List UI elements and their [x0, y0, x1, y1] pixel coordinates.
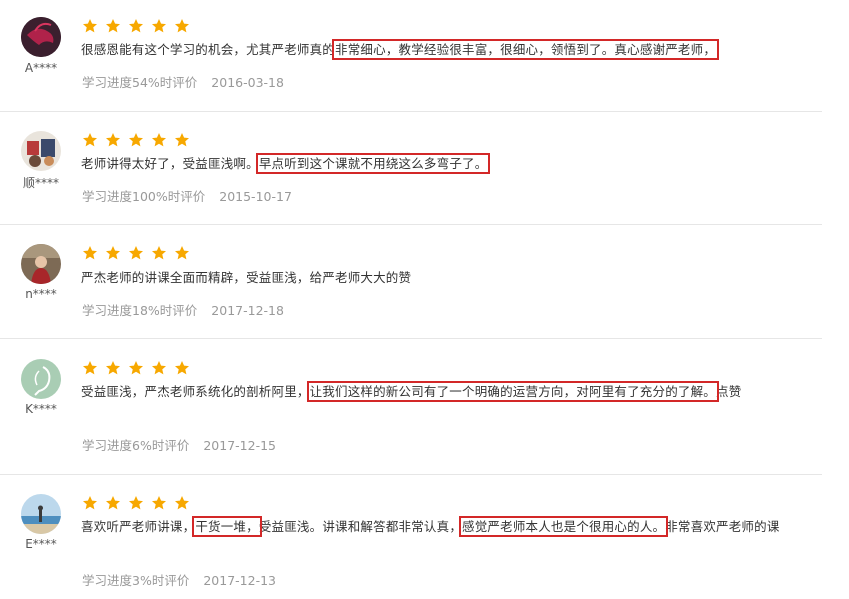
review-meta: 学习进度100%时评价 2015-10-17 — [82, 186, 292, 205]
star-icon — [105, 245, 121, 261]
review-text: 受益匪浅，严杰老师系统化的剖析阿里，让我们这样的新公司有了一个明确的运营方向，对… — [81, 380, 801, 403]
avatar[interactable] — [21, 494, 61, 534]
progress-label: 学习进度6%时评价 — [82, 438, 190, 453]
review-item: A**** 很感恩能有这个学习的机会，尤其严老师真的非常细心，教学经验很丰富，很… — [0, 0, 822, 112]
review-date: 2016-03-18 — [211, 75, 284, 90]
username: n**** — [25, 287, 57, 301]
review-date: 2017-12-18 — [211, 303, 284, 318]
text-segment: 非常喜欢严老师的课 — [665, 519, 780, 534]
star-icon — [174, 495, 190, 511]
star-icon — [82, 245, 98, 261]
star-icon — [151, 132, 167, 148]
username: A**** — [24, 61, 58, 75]
star-icon — [174, 245, 190, 261]
star-icon — [105, 495, 121, 511]
avatar[interactable] — [21, 131, 61, 171]
review-date: 2017-12-15 — [203, 438, 276, 453]
highlighted-text: 早点听到这个课就不用绕这么多弯子了。 — [255, 153, 491, 174]
highlighted-text: 让我们这样的新公司有了一个明确的运营方向，对阿里有了充分的了解。 — [306, 381, 720, 402]
review-text: 很感恩能有这个学习的机会，尤其严老师真的非常细心，教学经验很丰富，很细心，领悟到… — [81, 38, 801, 61]
review-meta: 学习进度54%时评价 2016-03-18 — [82, 72, 284, 91]
review-meta: 学习进度3%时评价 2017-12-13 — [82, 570, 276, 589]
text-segment: 受益匪浅。讲课和解答都非常认真， — [258, 519, 463, 534]
star-icon — [174, 360, 190, 376]
username: 顺**** — [22, 176, 59, 190]
star-icon — [151, 360, 167, 376]
text-segment: 严杰老师的讲课全面而精辟，受益匪浅，给严老师大大的赞 — [81, 270, 412, 285]
text-segment: 点赞 — [716, 384, 742, 399]
highlighted-text: 非常细心，教学经验很丰富，很细心，领悟到了。真心感谢严老师， — [332, 39, 720, 60]
star-icon — [105, 132, 121, 148]
review-date: 2015-10-17 — [219, 189, 292, 204]
review-text: 老师讲得太好了，受益匪浅啊。早点听到这个课就不用绕这么多弯子了。 — [81, 152, 801, 175]
star-rating — [82, 18, 197, 38]
star-icon — [128, 132, 144, 148]
avatar[interactable] — [21, 359, 61, 399]
review-item: 顺**** 老师讲得太好了，受益匪浅啊。早点听到这个课就不用绕这么多弯子了。 学… — [0, 111, 822, 225]
text-segment: 很感恩能有这个学习的机会，尤其严老师真的 — [81, 42, 336, 57]
review-item: K**** 受益匪浅，严杰老师系统化的剖析阿里，让我们这样的新公司有了一个明确的… — [0, 338, 822, 475]
star-icon — [82, 360, 98, 376]
star-icon — [82, 132, 98, 148]
star-icon — [82, 18, 98, 34]
progress-label: 学习进度3%时评价 — [82, 573, 190, 588]
text-segment: 老师讲得太好了，受益匪浅啊。 — [81, 156, 259, 171]
star-icon — [151, 18, 167, 34]
text-segment: 受益匪浅，严杰老师系统化的剖析阿里， — [81, 384, 310, 399]
progress-label: 学习进度54%时评价 — [82, 75, 198, 90]
star-icon — [174, 132, 190, 148]
review-date: 2017-12-13 — [203, 573, 276, 588]
review-item: n**** 严杰老师的讲课全面而精辟，受益匪浅，给严老师大大的赞 学习进度18%… — [0, 224, 822, 339]
progress-label: 学习进度18%时评价 — [82, 303, 198, 318]
star-icon — [128, 18, 144, 34]
review-text: 喜欢听严老师讲课，干货一堆，受益匪浅。讲课和解答都非常认真，感觉严老师本人也是个… — [81, 515, 801, 538]
star-icon — [128, 495, 144, 511]
username: E**** — [25, 537, 57, 551]
star-icon — [105, 360, 121, 376]
star-icon — [82, 495, 98, 511]
username: K**** — [25, 402, 57, 416]
review-item: E**** 喜欢听严老师讲课，干货一堆，受益匪浅。讲课和解答都非常认真，感觉严老… — [0, 474, 822, 599]
star-icon — [174, 18, 190, 34]
review-text: 严杰老师的讲课全面而精辟，受益匪浅，给严老师大大的赞 — [81, 266, 801, 289]
star-icon — [128, 245, 144, 261]
avatar[interactable] — [21, 244, 61, 284]
star-icon — [151, 495, 167, 511]
text-segment: 喜欢听严老师讲课， — [81, 519, 196, 534]
star-icon — [105, 18, 121, 34]
star-rating — [82, 495, 197, 515]
star-icon — [151, 245, 167, 261]
progress-label: 学习进度100%时评价 — [82, 189, 206, 204]
highlighted-text: 干货一堆， — [192, 516, 262, 537]
highlighted-text: 感觉严老师本人也是个很用心的人。 — [459, 516, 669, 537]
star-rating — [82, 245, 197, 265]
review-meta: 学习进度18%时评价 2017-12-18 — [82, 300, 284, 319]
review-meta: 学习进度6%时评价 2017-12-15 — [82, 435, 276, 454]
star-rating — [82, 360, 197, 380]
avatar[interactable] — [21, 17, 61, 57]
star-icon — [128, 360, 144, 376]
star-rating — [82, 132, 197, 152]
